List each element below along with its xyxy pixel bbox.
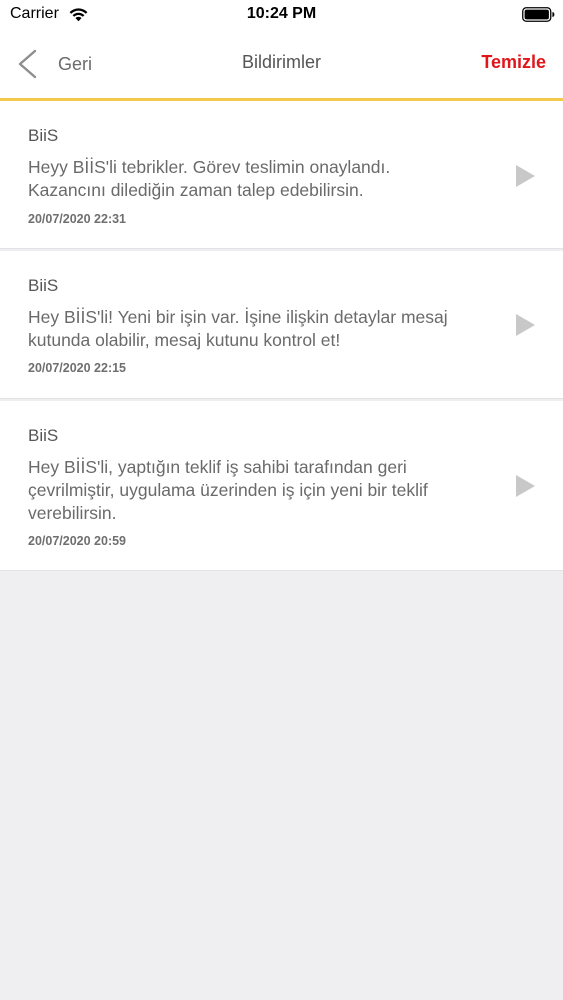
notification-date: 20/07/2020 20:59 [28,534,127,548]
notification-date: 20/07/2020 22:31 [28,212,127,226]
notification-item[interactable]: BiiS Hey BİİS'li, yaptığın teklif iş sah… [0,401,563,571]
play-arrow-icon [516,314,535,336]
notification-message: Heyy BİİS'li tebrikler. Görev teslimin o… [28,157,391,200]
notification-sender: BiiS [28,126,59,145]
clear-button[interactable]: Temizle [481,52,546,73]
notification-item[interactable]: BiiS Heyy BİİS'li tebrikler. Görev tesli… [0,101,563,249]
notification-item[interactable]: BiiS Hey BİİS'li! Yeni bir işin var. İşi… [0,251,563,399]
battery-icon [522,7,555,22]
play-arrow-icon [516,475,535,497]
notification-message: Hey BİİS'li! Yeni bir işin var. İşine il… [28,307,448,350]
page-title: Bildirimler [241,52,321,72]
status-time: 10:24 PM [246,5,317,22]
notification-sender: BiiS [28,426,59,445]
notification-list: BiiS Heyy BİİS'li tebrikler. Görev tesli… [0,101,563,571]
notification-date: 20/07/2020 22:15 [28,361,127,375]
navigation-bar: Geri Bildirimler Temizle [0,30,563,98]
notification-message: Hey BİİS'li, yaptığın teklif iş sahibi t… [28,457,428,523]
status-bar: Carrier 10:24 PM [0,0,563,30]
notification-sender: BiiS [28,276,59,295]
play-arrow-icon [516,165,535,187]
